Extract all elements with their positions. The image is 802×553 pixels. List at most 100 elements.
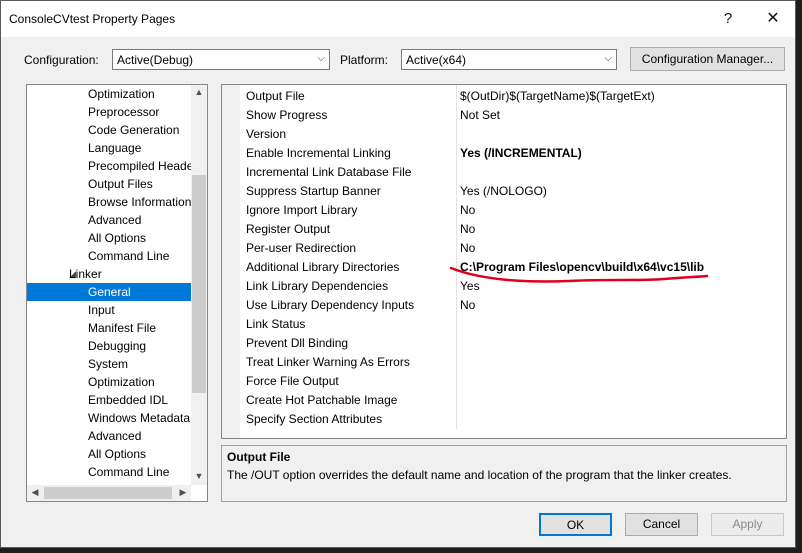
property-row[interactable]: Ignore Import Library No <box>240 200 786 219</box>
property-row[interactable]: Prevent Dll Binding <box>240 333 786 352</box>
tree-item[interactable]: System <box>27 355 191 373</box>
scroll-up-icon[interactable]: ▲ <box>191 87 207 97</box>
description-panel: Output File The /OUT option overrides th… <box>221 445 787 502</box>
tree-item[interactable]: All Options <box>27 445 191 463</box>
tree-item[interactable]: Input <box>27 301 191 319</box>
tree-item-label: Linker <box>69 267 102 281</box>
tree-item-label: Code Generation <box>88 123 180 137</box>
property-name: Use Library Dependency Inputs <box>246 298 415 312</box>
property-value[interactable]: Yes (/INCREMENTAL) <box>460 146 582 160</box>
property-name: Version <box>246 127 287 141</box>
tree-item[interactable]: Advanced <box>27 211 191 229</box>
tree-item-label: Output Files <box>88 177 153 191</box>
tree-item-label: Debugging <box>88 339 147 353</box>
property-name: Additional Library Directories <box>246 260 400 274</box>
property-row[interactable]: Enable Incremental Linking Yes (/INCREMEN… <box>240 143 786 162</box>
description-title: Output File <box>227 450 291 464</box>
property-value[interactable]: $(OutDir)$(TargetName)$(TargetExt) <box>460 89 655 103</box>
property-row[interactable]: Register Output No <box>240 219 786 238</box>
property-pages-dialog: ConsoleCVtest Property Pages ? ✕ Configu… <box>0 0 796 548</box>
property-row[interactable]: Create Hot Patchable Image <box>240 390 786 409</box>
tree-item[interactable]: Preprocessor <box>27 103 191 121</box>
apply-button[interactable]: Apply <box>711 513 784 536</box>
property-name: Enable Incremental Linking <box>246 146 391 160</box>
tree-item[interactable]: Optimization <box>27 373 191 391</box>
tree-item[interactable]: Precompiled Heade <box>27 157 191 175</box>
ok-button[interactable]: OK <box>539 513 612 536</box>
property-value[interactable]: No <box>460 298 475 312</box>
property-name: Link Status <box>246 317 306 331</box>
property-value[interactable]: Not Set <box>460 108 500 122</box>
property-name: Force File Output <box>246 374 339 388</box>
tree-item-label: Windows Metadata <box>88 411 191 425</box>
tree-item-label: All Options <box>88 447 147 461</box>
tree-item-label: Input <box>88 303 115 317</box>
property-row[interactable]: Incremental Link Database File <box>240 162 786 181</box>
title-bar: ConsoleCVtest Property Pages ? ✕ <box>1 1 795 37</box>
tree-item-label: Manifest File <box>88 321 157 335</box>
tree-item-label: Preprocessor <box>88 105 160 119</box>
tree-vertical-scrollbar[interactable]: ▲ ▼ <box>191 85 207 485</box>
property-row[interactable]: Specify Section Attributes <box>240 409 786 428</box>
scroll-thumb[interactable] <box>44 487 172 499</box>
tree-item[interactable]: Command Line <box>27 247 191 265</box>
category-tree[interactable]: Optimization Preprocessor Code Generation L… <box>26 84 208 502</box>
description-text: The /OUT option overrides the default na… <box>227 468 732 482</box>
configuration-manager-button[interactable]: Configuration Manager... <box>630 47 785 71</box>
property-row[interactable]: Version <box>240 124 786 143</box>
property-name: Link Library Dependencies <box>246 279 389 293</box>
tree-item-label: Optimization <box>88 87 155 101</box>
scroll-down-icon[interactable]: ▼ <box>191 471 207 481</box>
tree-item[interactable]: Browse Information <box>27 193 191 211</box>
property-value[interactable]: Yes (/NOLOGO) <box>460 184 547 198</box>
tree-item[interactable]: Windows Metadata <box>27 409 191 427</box>
tree-item[interactable]: Output Files <box>27 175 191 193</box>
property-name: Treat Linker Warning As Errors <box>246 355 410 369</box>
tree-item[interactable]: Manifest File <box>27 319 191 337</box>
platform-label: Platform: <box>340 53 389 67</box>
help-icon[interactable]: ? <box>715 7 741 31</box>
red-underline-annotation <box>449 266 709 283</box>
property-row[interactable]: Force File Output <box>240 371 786 390</box>
property-value[interactable]: No <box>460 203 475 217</box>
tree-item-label: Advanced <box>88 429 142 443</box>
property-value[interactable]: No <box>460 241 475 255</box>
tree-horizontal-scrollbar[interactable]: ◀ ▶ <box>27 485 191 501</box>
property-row[interactable]: Treat Linker Warning As Errors <box>240 352 786 371</box>
chevron-down-icon: ⌵ <box>317 53 325 64</box>
tree-item-label: All Options <box>88 231 147 245</box>
property-row[interactable]: Suppress Startup Banner Yes (/NOLOGO) <box>240 181 786 200</box>
tree-item[interactable]: Embedded IDL <box>27 391 191 409</box>
property-row[interactable]: Per-user Redirection No <box>240 238 786 257</box>
tree-item[interactable]: General <box>27 283 191 301</box>
property-row[interactable]: Use Library Dependency Inputs No <box>240 295 786 314</box>
scroll-right-icon[interactable]: ▶ <box>175 487 191 498</box>
property-name: Specify Section Attributes <box>246 412 383 426</box>
tree-item[interactable]: Command Line <box>27 463 191 481</box>
property-name: Show Progress <box>246 108 328 122</box>
scroll-thumb[interactable] <box>192 175 206 393</box>
cancel-button[interactable]: Cancel <box>625 513 698 536</box>
window-title: ConsoleCVtest Property Pages <box>9 12 176 26</box>
tree-item[interactable]: Advanced <box>27 427 191 445</box>
tree-item[interactable]: Debugging <box>27 337 191 355</box>
platform-value: Active(x64) <box>406 53 467 67</box>
tree-item-label: Language <box>88 141 142 155</box>
property-row[interactable]: Show Progress Not Set <box>240 105 786 124</box>
configuration-select[interactable]: Active(Debug) ⌵ <box>112 49 330 70</box>
property-value[interactable]: No <box>460 222 475 236</box>
tree-item[interactable]: All Options <box>27 229 191 247</box>
tree-item-label: Command Line <box>88 465 170 479</box>
tree-item[interactable]: ◢ Linker <box>27 265 191 283</box>
configuration-value: Active(Debug) <box>117 53 194 67</box>
property-row[interactable]: Link Status <box>240 314 786 333</box>
close-icon[interactable]: ✕ <box>760 7 786 31</box>
property-grid[interactable]: Output File $(OutDir)$(TargetName)$(Targe… <box>221 84 787 439</box>
tree-item[interactable]: Language <box>27 139 191 157</box>
scroll-left-icon[interactable]: ◀ <box>27 487 43 498</box>
platform-select[interactable]: Active(x64) ⌵ <box>401 49 617 70</box>
property-name: Prevent Dll Binding <box>246 336 349 350</box>
tree-item[interactable]: Optimization <box>27 85 191 103</box>
tree-item[interactable]: Code Generation <box>27 121 191 139</box>
property-row[interactable]: Output File $(OutDir)$(TargetName)$(Targe… <box>240 86 786 105</box>
